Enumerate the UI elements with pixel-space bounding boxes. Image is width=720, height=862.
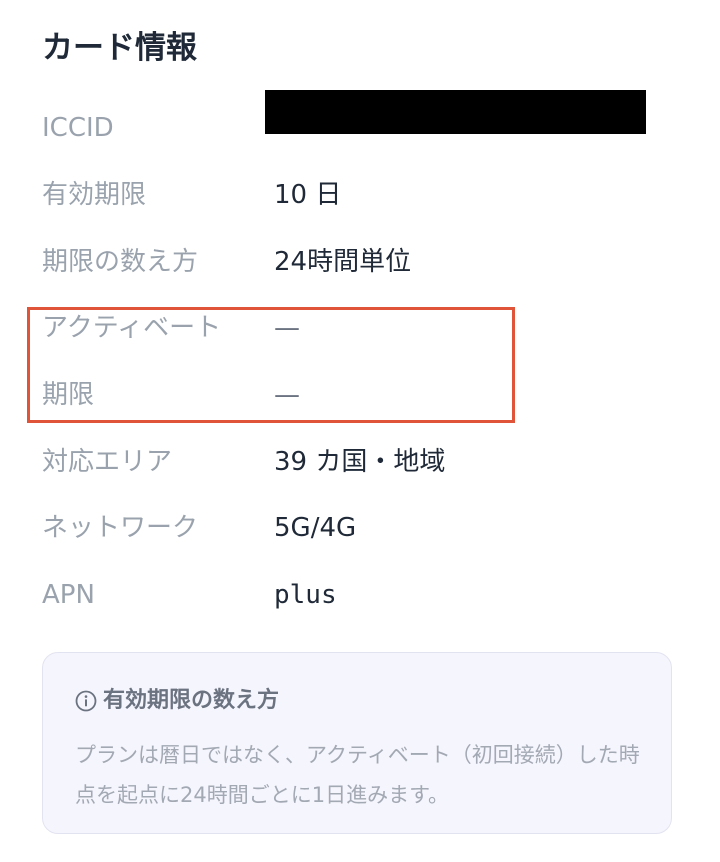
highlight-box [27,307,515,423]
label-validity: 有効期限 [42,180,147,210]
value-apn: plus [274,580,337,610]
info-note: 有効期限の数え方 プランは暦日ではなく、アクティベート（初回接続）した時点を起点… [42,652,672,834]
row-network: ネットワーク 5G/4G [0,508,720,548]
iccid-redacted-value [265,90,646,134]
value-validity: 10 日 [274,180,342,210]
row-validity: 有効期限 10 日 [0,175,720,215]
label-counting-method: 期限の数え方 [42,247,199,277]
label-coverage-area: 対応エリア [42,447,173,477]
card-info-page: カード情報 ICCID 有効期限 10 日 期限の数え方 24時間単位 アクティ… [0,0,720,862]
row-apn: APN plus [0,575,720,615]
value-network: 5G/4G [274,513,357,543]
info-note-title: 有効期限の数え方 [103,688,280,713]
info-icon [75,690,97,712]
info-note-header: 有効期限の数え方 [75,683,279,719]
row-counting-method: 期限の数え方 24時間単位 [0,242,720,282]
label-apn: APN [42,580,95,610]
label-iccid: ICCID [42,113,114,143]
info-note-body: プランは暦日ではなく、アクティベート（初回接続）した時点を起点に24時間ごとに1… [75,743,640,807]
label-network: ネットワーク [42,513,199,543]
page-title: カード情報 [42,30,197,66]
value-coverage-area: 39 カ国・地域 [274,447,446,477]
value-counting-method: 24時間単位 [274,247,412,277]
row-coverage-area: 対応エリア 39 カ国・地域 [0,442,720,482]
